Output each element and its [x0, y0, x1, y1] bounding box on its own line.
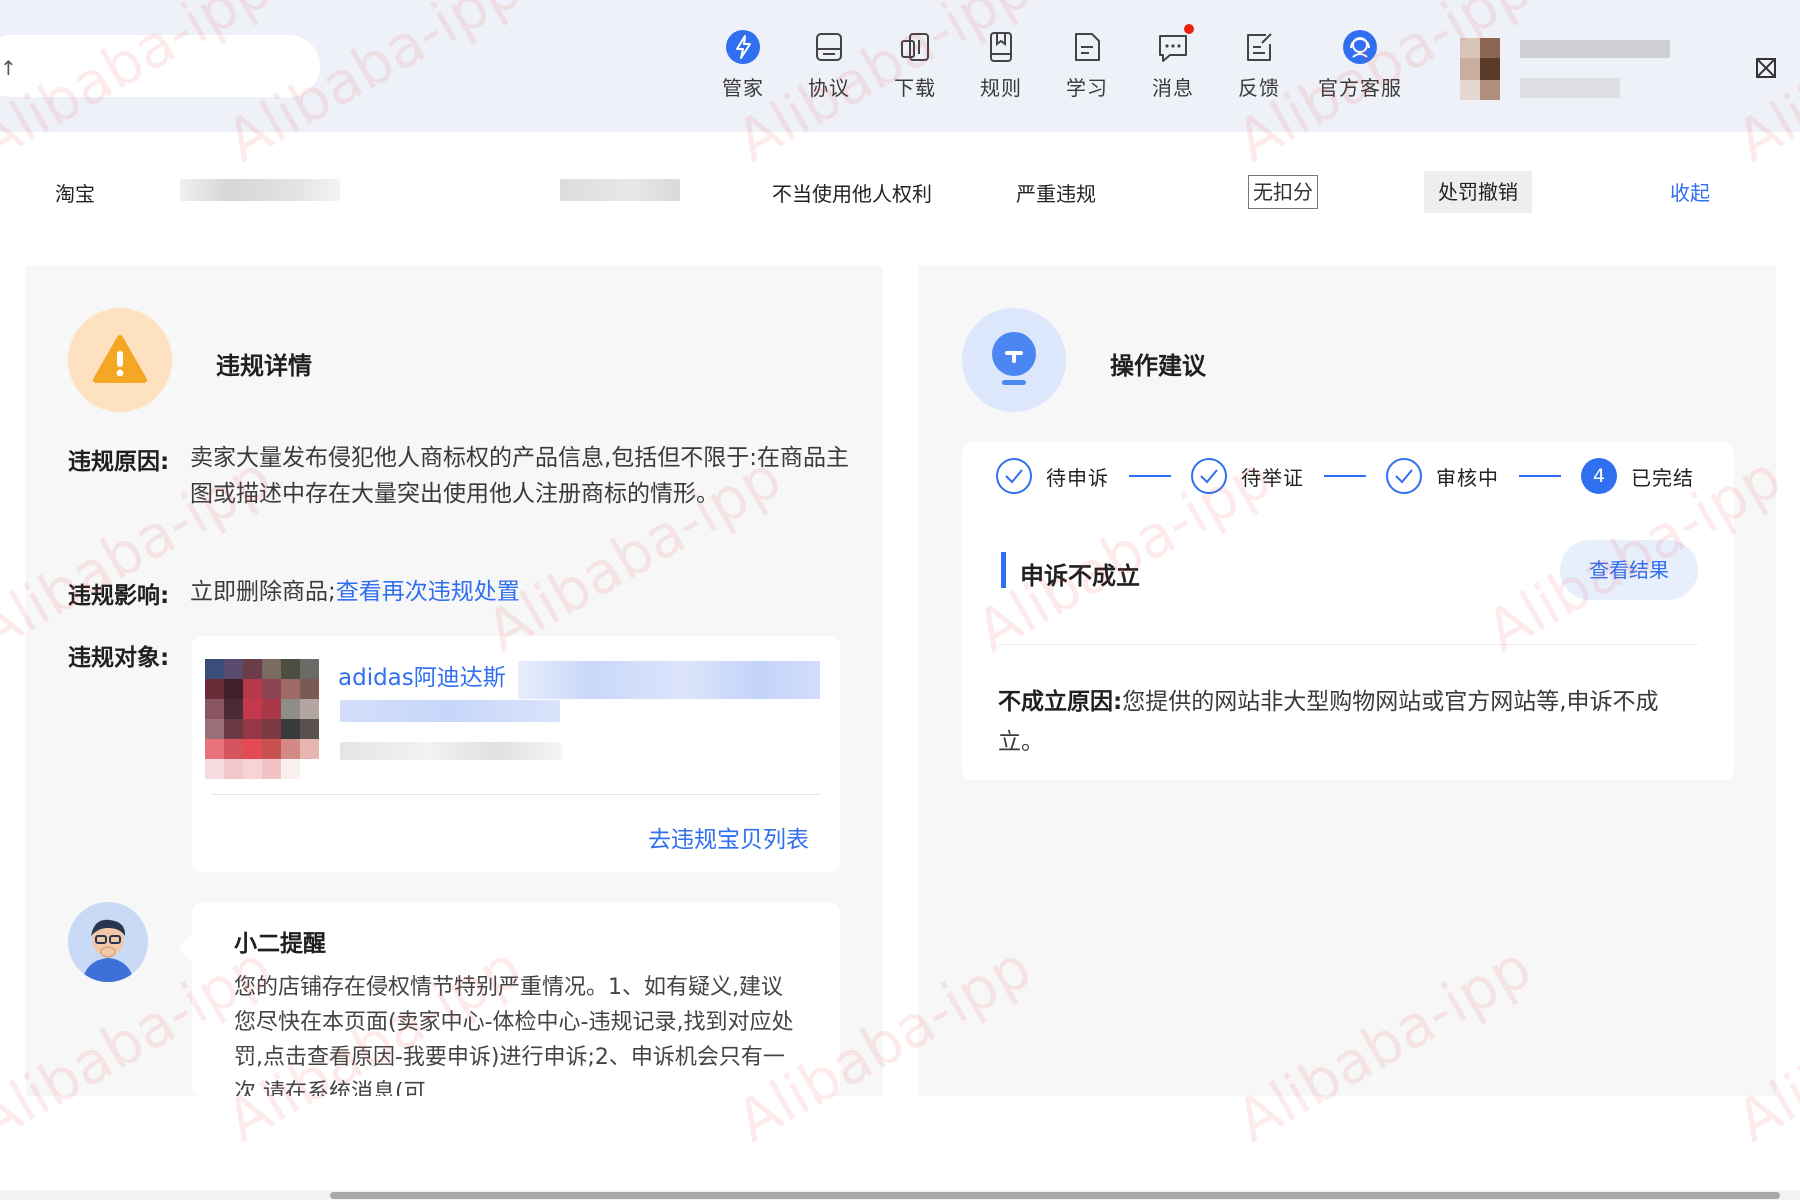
step-connector: [1129, 475, 1171, 477]
redacted-product-title-line2: [340, 700, 560, 722]
product-thumbnail[interactable]: [205, 659, 320, 779]
agreement-icon: [810, 28, 848, 66]
redacted-date: [560, 179, 680, 201]
go-violation-list-link[interactable]: 去违规宝贝列表: [648, 820, 809, 854]
step-completed: 4 已完结: [1581, 458, 1694, 494]
search-input[interactable]: [0, 35, 320, 97]
impact-row: 立即删除商品;查看再次违规处置: [190, 574, 850, 610]
platform-name: 淘宝: [55, 182, 95, 206]
step-label: 待申诉: [1046, 465, 1109, 490]
reminder-bubble: 小二提醒 您的店铺存在侵权情节特别严重情况。1、如有疑义,建议您尽快在本页面(卖…: [192, 902, 840, 1096]
nav-item-rules[interactable]: 规则: [958, 28, 1044, 101]
nav-label: 下载: [894, 76, 936, 100]
step-label: 已完结: [1631, 465, 1694, 490]
view-repeat-violation-link[interactable]: 查看再次违规处置: [336, 579, 520, 605]
collapse-link[interactable]: 收起: [1670, 177, 1710, 206]
step-reviewing: 审核中: [1386, 458, 1499, 494]
step-connector: [1519, 475, 1561, 477]
penalty-status-tag: 处罚撤销: [1424, 171, 1532, 213]
nav-label: 学习: [1066, 76, 1108, 100]
reason-label: 违规原因:: [68, 449, 170, 475]
check-icon: [996, 458, 1032, 494]
nav-label: 官方客服: [1318, 76, 1402, 100]
step-connector: [1324, 475, 1366, 477]
nav-item-agreement[interactable]: 协议: [786, 28, 872, 101]
nav-item-download[interactable]: 下载: [872, 28, 958, 101]
assistant-avatar: [68, 902, 148, 982]
view-result-button[interactable]: 查看结果: [1560, 540, 1698, 600]
message-icon: [1154, 24, 1194, 66]
redacted-id: [180, 179, 340, 201]
result-accent-bar: [1001, 552, 1006, 588]
learning-icon: [1068, 28, 1106, 66]
violation-type: 不当使用他人权利: [772, 182, 932, 206]
step-pending-evidence: 待举证: [1191, 458, 1304, 494]
top-nav: 管家 协议 下载 规则 学习 消息 反馈 官方客服: [700, 24, 1418, 101]
nav-item-customer-service[interactable]: 官方客服: [1302, 28, 1418, 101]
check-icon: [1191, 458, 1227, 494]
nav-item-steward[interactable]: 管家: [700, 28, 786, 101]
advice-title: 操作建议: [1110, 352, 1206, 380]
product-title-link[interactable]: adidas阿迪达斯: [338, 658, 506, 692]
nav-label: 协议: [808, 76, 850, 100]
download-icon: [896, 28, 934, 66]
target-label: 违规对象:: [68, 645, 170, 671]
redacted-product-title: [518, 661, 820, 699]
reminder-text: 您的店铺存在侵权情节特别严重情况。1、如有疑义,建议您尽快在本页面(卖家中心-体…: [234, 975, 794, 1096]
nav-item-message[interactable]: 消息: [1130, 24, 1216, 101]
card-divider: [212, 794, 820, 795]
user-avatar[interactable]: [1460, 38, 1680, 100]
arrow-up-icon: ↑: [0, 56, 17, 80]
step-label: 待举证: [1241, 465, 1304, 490]
steward-icon: [724, 28, 762, 66]
step-label: 审核中: [1436, 465, 1499, 490]
lightbulb-icon: [962, 308, 1066, 412]
severity-label: 严重违规: [1016, 182, 1096, 206]
unread-badge: [1184, 24, 1194, 34]
nav-label: 反馈: [1238, 76, 1280, 100]
nav-label: 消息: [1152, 76, 1194, 100]
nav-item-feedback[interactable]: 反馈: [1216, 28, 1302, 101]
horizontal-scrollbar-thumb[interactable]: [330, 1192, 1780, 1199]
nav-label: 规则: [980, 76, 1022, 100]
customer-service-icon: [1341, 28, 1379, 66]
details-title: 违规详情: [216, 352, 312, 380]
nav-label: 管家: [722, 76, 764, 100]
rejection-reason: 不成立原因:您提供的网站非大型购物网站或官方网站等,申诉不成立。: [998, 682, 1698, 762]
top-bar: ↑ 管家 协议 下载 规则 学习 消息 反馈 官方客服: [0, 0, 1800, 132]
result-divider: [998, 644, 1698, 645]
rejection-reason-label: 不成立原因:: [998, 689, 1123, 715]
deduction-tag: 无扣分: [1248, 175, 1318, 209]
close-icon[interactable]: [1756, 58, 1776, 78]
reminder-title: 小二提醒: [234, 931, 326, 957]
rules-icon: [982, 28, 1020, 66]
redacted-product-id: [340, 742, 562, 760]
result-title: 申诉不成立: [1020, 562, 1140, 590]
warning-icon: [68, 308, 172, 412]
feedback-icon: [1240, 28, 1278, 66]
impact-text: 立即删除商品;: [190, 579, 336, 605]
reason-text: 卖家大量发布侵犯他人商标权的产品信息,包括但不限于:在商品主图或描述中存在大量突…: [190, 445, 850, 507]
step-number: 4: [1581, 458, 1617, 494]
check-icon: [1386, 458, 1422, 494]
nav-item-learning[interactable]: 学习: [1044, 28, 1130, 101]
progress-steps: 待申诉 待举证 审核中 4 已完结: [996, 458, 1694, 494]
step-pending-appeal: 待申诉: [996, 458, 1109, 494]
impact-label: 违规影响:: [68, 583, 170, 609]
bubble-tail: [178, 934, 192, 962]
